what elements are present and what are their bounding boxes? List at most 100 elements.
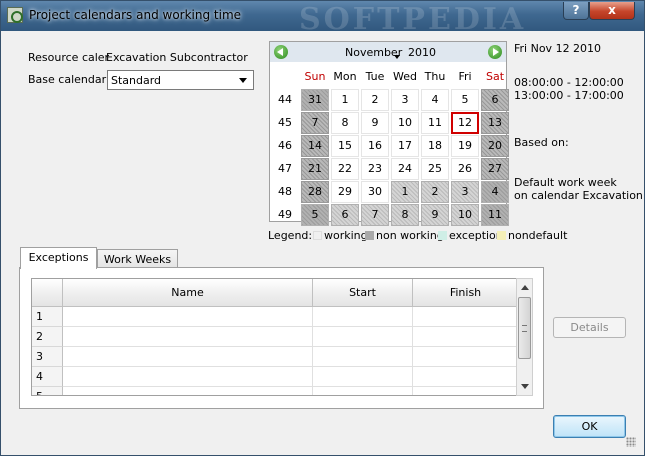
calendar-day[interactable]: 25 [421, 158, 449, 180]
calendar-day[interactable]: 6 [481, 89, 509, 111]
calendar-day[interactable]: 6 [331, 204, 359, 226]
table-row[interactable]: 2 [32, 327, 516, 347]
calendar-day[interactable]: 2 [421, 181, 449, 203]
calendar-day[interactable]: 3 [451, 181, 479, 203]
resource-calendar-label: Resource caler [28, 51, 110, 64]
calendar-day[interactable]: 18 [421, 135, 449, 157]
calendar-day[interactable]: 28 [301, 181, 329, 203]
table-row[interactable]: 4 [32, 367, 516, 387]
table-vertical-scrollbar[interactable] [516, 278, 533, 396]
calendar-day[interactable]: 11 [481, 204, 509, 226]
calendar-day[interactable]: 9 [361, 112, 389, 134]
chevron-down-icon [239, 78, 247, 83]
calendar-day[interactable]: 1 [331, 89, 359, 111]
finish-cell[interactable] [413, 327, 516, 347]
legend-swatch-exception [438, 231, 447, 240]
calendar-day[interactable]: 21 [301, 158, 329, 180]
weekday-header: Mon [333, 70, 357, 83]
calendar-day[interactable]: 4 [481, 181, 509, 203]
finish-cell[interactable] [413, 367, 516, 387]
calendar-day[interactable]: 24 [391, 158, 419, 180]
column-header-start[interactable]: Start [313, 279, 413, 307]
calendar-day[interactable]: 13 [481, 112, 509, 134]
calendar-day[interactable]: 7 [361, 204, 389, 226]
calendar-day[interactable]: 19 [451, 135, 479, 157]
row-number: 4 [32, 367, 63, 387]
calendar-day[interactable]: 17 [391, 135, 419, 157]
column-header-finish[interactable]: Finish [413, 279, 516, 307]
calendar-day[interactable]: 26 [451, 158, 479, 180]
legend-label-non-working: non working [376, 229, 444, 242]
table-row[interactable]: 1 [32, 307, 516, 327]
calendar-day[interactable]: 8 [391, 204, 419, 226]
calendar-day[interactable]: 5 [451, 89, 479, 111]
start-cell[interactable] [313, 327, 413, 347]
start-cell[interactable] [313, 387, 413, 395]
table-row[interactable]: 3 [32, 347, 516, 367]
week-number: 48 [278, 185, 292, 198]
title-bar[interactable]: Project calendars and working time SOFTP… [1, 1, 644, 37]
base-calendar-select[interactable]: Standard [107, 70, 254, 90]
start-cell[interactable] [313, 367, 413, 387]
exceptions-table: Name Start Finish 1 2 3 4 [31, 278, 517, 396]
calendar-day[interactable]: 2 [361, 89, 389, 111]
resize-grip[interactable] [626, 437, 636, 447]
row-number: 3 [32, 347, 63, 367]
calendar-day[interactable]: 29 [331, 181, 359, 203]
finish-cell[interactable] [413, 347, 516, 367]
next-month-icon[interactable] [488, 45, 502, 59]
help-button[interactable]: ? [563, 2, 589, 20]
details-button[interactable]: Details [553, 317, 626, 338]
calendar-day[interactable]: 16 [361, 135, 389, 157]
row-number: 5 [32, 387, 63, 395]
column-header-name[interactable]: Name [63, 279, 313, 307]
calendar-day[interactable]: 9 [421, 204, 449, 226]
calendar-day[interactable]: 10 [391, 112, 419, 134]
name-cell[interactable] [63, 387, 313, 395]
calendar-day[interactable]: 22 [331, 158, 359, 180]
weekday-header: Sat [485, 70, 505, 83]
calendar-day[interactable]: 5 [301, 204, 329, 226]
calendar-day[interactable]: 31 [301, 89, 329, 111]
name-cell[interactable] [63, 347, 313, 367]
calendar-day-selected[interactable]: 12 [451, 112, 479, 134]
name-cell[interactable] [63, 327, 313, 347]
calendar-day[interactable]: 4 [421, 89, 449, 111]
calendar-day[interactable]: 11 [421, 112, 449, 134]
weekday-header: Wed [393, 70, 417, 83]
calendar-day[interactable]: 30 [361, 181, 389, 203]
scroll-up-icon[interactable] [521, 285, 529, 290]
start-cell[interactable] [313, 307, 413, 327]
name-cell[interactable] [63, 367, 313, 387]
dialog-client: Resource caler Excavation Subcontractor … [9, 31, 643, 449]
scroll-down-icon[interactable] [521, 384, 529, 389]
tab-exceptions[interactable]: Exceptions [20, 247, 97, 269]
based-on-label: Based on: [514, 136, 569, 149]
calendar-day[interactable]: 8 [331, 112, 359, 134]
month-dropdown-icon[interactable] [394, 55, 400, 59]
finish-cell[interactable] [413, 387, 516, 395]
start-cell[interactable] [313, 347, 413, 367]
finish-cell[interactable] [413, 307, 516, 327]
weekday-header: Sun [304, 70, 326, 83]
calendar-day[interactable]: 10 [451, 204, 479, 226]
calendar-day[interactable]: 3 [391, 89, 419, 111]
calendar-day[interactable]: 7 [301, 112, 329, 134]
calendar-header: November 2010 [270, 42, 506, 62]
calendar-year[interactable]: 2010 [408, 46, 436, 59]
close-button[interactable]: x [589, 2, 635, 20]
calendar-day[interactable]: 20 [481, 135, 509, 157]
calendar-day[interactable]: 23 [361, 158, 389, 180]
calendar-day[interactable]: 1 [391, 181, 419, 203]
previous-month-icon[interactable] [274, 45, 288, 59]
week-number: 47 [278, 162, 292, 175]
name-cell[interactable] [63, 307, 313, 327]
calendar-day[interactable]: 14 [301, 135, 329, 157]
calendar-day[interactable]: 27 [481, 158, 509, 180]
default-work-week-text: Default work week [514, 176, 617, 189]
scrollbar-thumb[interactable] [518, 297, 531, 359]
table-row[interactable]: 5 [32, 387, 516, 395]
calendar-day[interactable]: 15 [331, 135, 359, 157]
ok-button[interactable]: OK [553, 415, 626, 438]
legend-label-nondefault: nondefault [508, 229, 568, 242]
